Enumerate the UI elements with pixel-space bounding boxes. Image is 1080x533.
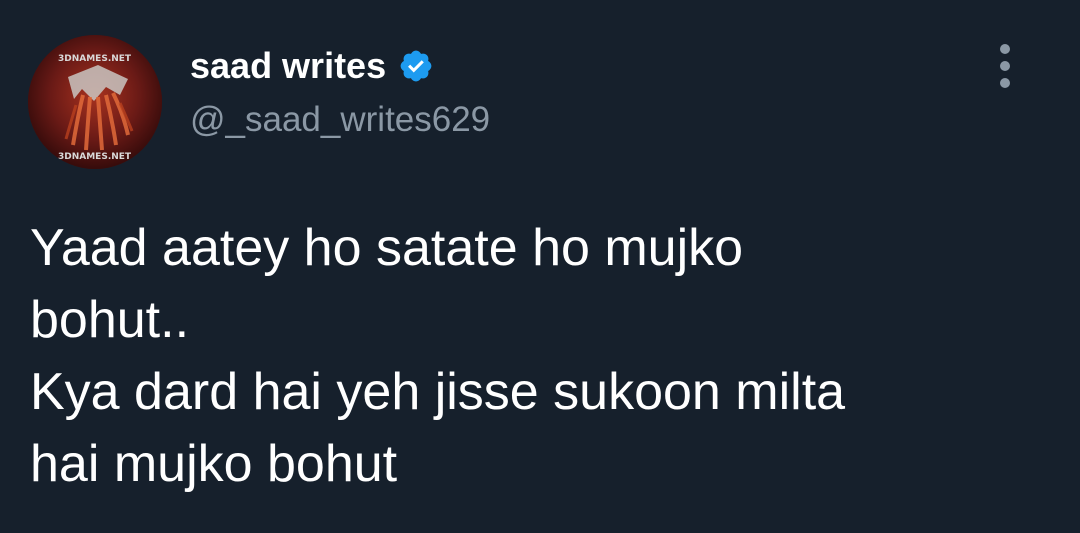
- more-dot: [1000, 78, 1010, 88]
- avatar-image: 3DNAMES.NET 3DNAMES.NET: [28, 35, 162, 169]
- svg-text:3DNAMES.NET: 3DNAMES.NET: [58, 152, 132, 162]
- avatar[interactable]: 3DNAMES.NET 3DNAMES.NET: [28, 35, 162, 169]
- more-dot: [1000, 61, 1010, 71]
- author-handle[interactable]: @_saad_writes629: [190, 100, 490, 140]
- display-name[interactable]: saad writes: [190, 45, 386, 87]
- tweet-text: Yaad aatey ho satate ho mujko bohut.. Ky…: [30, 219, 846, 493]
- more-vertical-icon[interactable]: [992, 44, 1018, 92]
- more-dot: [1000, 44, 1010, 54]
- author-name-row[interactable]: saad writes: [190, 42, 434, 90]
- svg-text:3DNAMES.NET: 3DNAMES.NET: [58, 54, 132, 64]
- verified-badge-icon: [400, 50, 432, 82]
